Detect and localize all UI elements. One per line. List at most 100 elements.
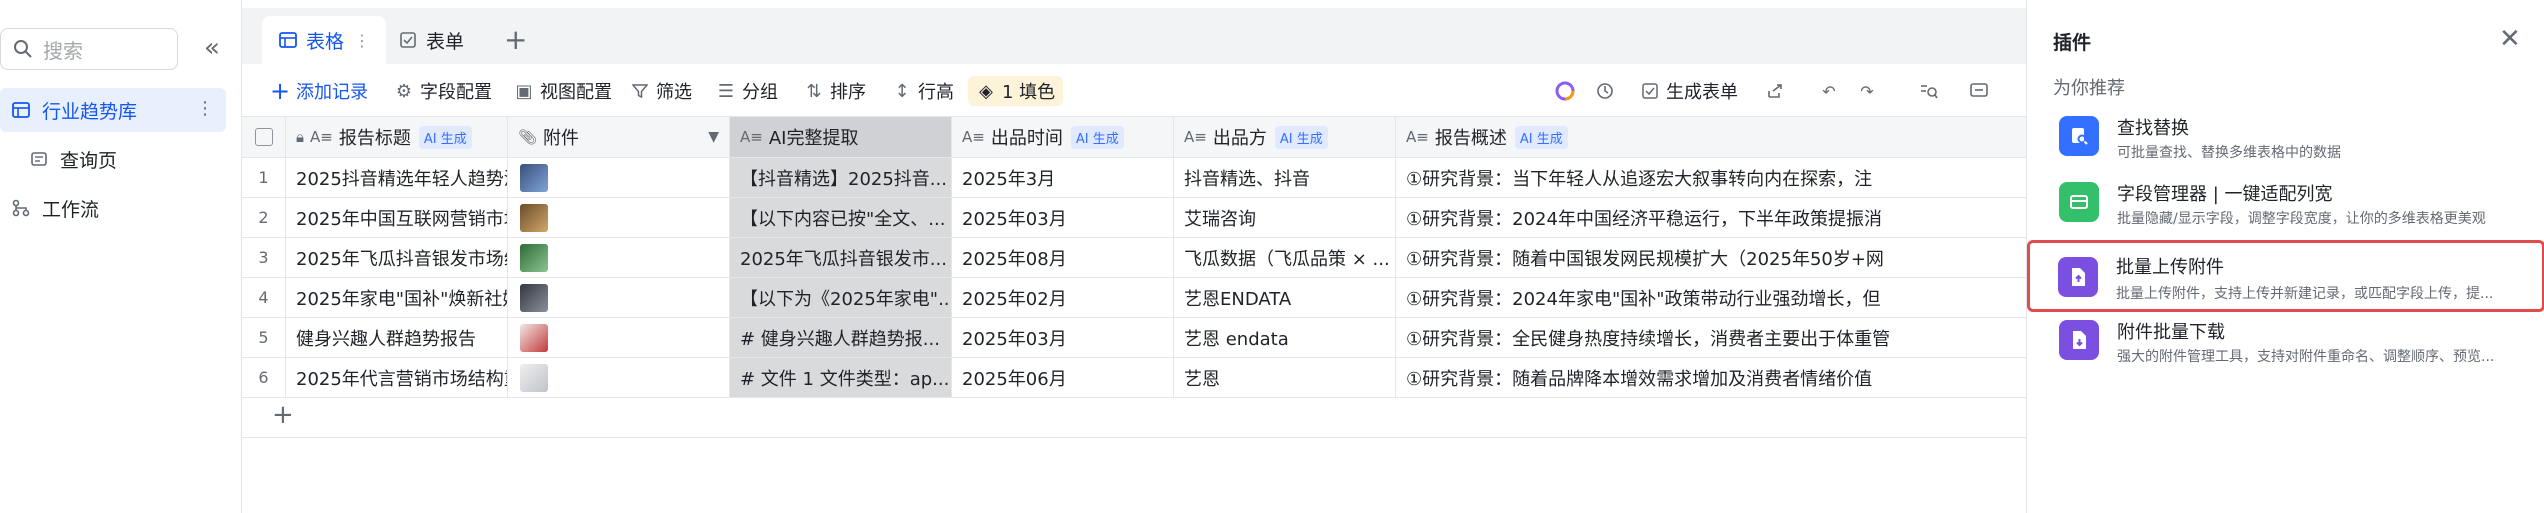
tab-options-icon[interactable]: ⋮ <box>354 31 370 50</box>
automation-icon[interactable] <box>1592 78 1618 104</box>
summary-cell[interactable]: ①研究背景：随着品牌降本增效需求增加及消费者情绪价值 <box>1396 358 2026 397</box>
table-row[interactable]: 1 2025抖音精选年轻人趋势洞察 【抖音精选】2025抖音... 2025年3… <box>242 158 2026 198</box>
summary-cell[interactable]: ①研究背景：当下年轻人从追逐宏大叙事转向内在探索，注 <box>1396 158 2026 197</box>
attachment-cell[interactable] <box>508 358 730 397</box>
sidebar-item-workflow[interactable]: 工作流 <box>0 186 226 230</box>
attachment-thumbnail[interactable] <box>520 323 548 352</box>
generate-form-button[interactable]: 生成表单 <box>1640 76 1738 106</box>
field-config-button[interactable]: ⚙ 字段配置 <box>394 76 492 106</box>
publisher-cell[interactable]: 艾瑞咨询 <box>1174 198 1396 237</box>
title-cell[interactable]: 2025年飞瓜抖音银发市场线上消费与广... <box>286 238 508 277</box>
publisher-cell[interactable]: 艺恩 endata <box>1174 318 1396 357</box>
tab-form-view[interactable]: 表单 <box>382 16 480 64</box>
ai-extract-cell[interactable]: 2025年飞瓜抖音银发市... <box>730 238 952 277</box>
row-height-icon: ↕ <box>894 80 910 102</box>
plugin-find-replace[interactable]: 查找替换 可批量查找、替换多维表格中的数据 <box>2047 104 2521 170</box>
publish-time-cell[interactable]: 2025年03月 <box>952 318 1174 357</box>
sidebar-item-industry-trend[interactable]: 行业趋势库 ⋮ <box>0 88 226 132</box>
group-label: 分组 <box>742 82 778 103</box>
filter-button[interactable]: 筛选 <box>630 76 692 106</box>
publish-time-cell[interactable]: 2025年3月 <box>952 158 1174 197</box>
table-row[interactable]: 2 2025年中国互联网营销市场研究报告 【以下内容已按"全文、... 2025… <box>242 198 2026 238</box>
column-header-publisher[interactable]: A≡ 出品方 AI 生成 <box>1174 117 1396 157</box>
publish-time-cell[interactable]: 2025年03月 <box>952 198 1174 237</box>
title-cell[interactable]: 健身兴趣人群趋势报告 <box>286 318 508 357</box>
attachment-thumbnail[interactable] <box>520 163 548 192</box>
view-config-label: 视图配置 <box>540 82 612 103</box>
ai-extract-cell[interactable]: 【抖音精选】2025抖音... <box>730 158 952 197</box>
close-icon[interactable]: ✕ <box>2499 26 2521 52</box>
publisher-cell[interactable]: 艺恩ENDATA <box>1174 278 1396 317</box>
plus-icon: + <box>269 77 291 105</box>
column-header-summary[interactable]: A≡ 报告概述 AI 生成 <box>1396 117 2026 157</box>
comment-icon[interactable] <box>1966 78 1992 104</box>
search-input[interactable]: 搜索 <box>0 28 178 70</box>
attachment-thumbnail[interactable] <box>520 243 548 272</box>
plugin-field-manager[interactable]: 字段管理器 | 一键适配列宽 批量隐藏/显示字段，调整字段宽度，让你的多维表格更… <box>2047 170 2521 236</box>
text-field-icon: A≡ <box>740 128 763 146</box>
ai-extract-cell[interactable]: 【以下为《2025年家电"... <box>730 278 952 317</box>
sort-button[interactable]: ⇅ 排序 <box>804 76 866 106</box>
find-icon[interactable] <box>1916 78 1942 104</box>
form-view-icon <box>400 32 416 48</box>
text-field-icon: A≡ <box>962 128 985 146</box>
column-header-ai-extract[interactable]: A≡ AI完整提取 <box>730 117 952 157</box>
summary-cell[interactable]: ①研究背景：2024年家电"国补"政策带动行业强劲增长，但 <box>1396 278 2026 317</box>
table-row[interactable]: 4 2025年家电"国补"焕新社媒研究报告 【以下为《2025年家电"... 2… <box>242 278 2026 318</box>
summary-cell[interactable]: ①研究背景：全民健身热度持续增长，消费者主要出于体重管 <box>1396 318 2026 357</box>
table-row[interactable]: 5 健身兴趣人群趋势报告 # 健身兴趣人群趋势报... 2025年03月 艺恩 … <box>242 318 2026 358</box>
column-header-attachment[interactable]: 📎︎ 附件 ▼ <box>508 117 730 157</box>
group-button[interactable]: ☰ 分组 <box>716 76 778 106</box>
publisher-cell[interactable]: 抖音精选、抖音 <box>1174 158 1396 197</box>
summary-cell[interactable]: ①研究背景：随着中国银发网民规模扩大（2025年50岁+网 <box>1396 238 2026 277</box>
attachment-thumbnail[interactable] <box>520 203 548 232</box>
fill-color-button[interactable]: ◈ 1 填色 <box>968 76 1064 106</box>
add-record-button[interactable]: + 添加记录 <box>270 76 368 106</box>
add-view-icon[interactable]: + <box>504 26 527 54</box>
redo-icon[interactable]: ↷ <box>1854 78 1880 104</box>
view-config-button[interactable]: ▣ 视图配置 <box>514 76 612 106</box>
attachment-thumbnail[interactable] <box>520 283 548 312</box>
attachment-cell[interactable] <box>508 198 730 237</box>
plugin-panel: 插件 ✕ 为你推荐 查找替换 可批量查找、替换多维表格中的数据 字段管理器 | … <box>2026 0 2544 513</box>
ai-assistant-icon[interactable] <box>1552 78 1578 104</box>
row-number: 4 <box>242 278 286 317</box>
sidebar-item-query-page[interactable]: 查询页 <box>0 137 226 181</box>
add-row[interactable]: + <box>242 398 2026 438</box>
row-height-button[interactable]: ↕ 行高 <box>892 76 954 106</box>
collapse-sidebar-icon[interactable]: « <box>198 33 226 63</box>
title-cell[interactable]: 2025年中国互联网营销市场研究报告 <box>286 198 508 237</box>
tab-grid-view[interactable]: 表格 ⋮ <box>262 16 387 64</box>
ai-extract-cell[interactable]: # 文件 1 文件类型：ap... <box>730 358 952 397</box>
column-header-publish-time[interactable]: A≡ 出品时间 AI 生成 <box>952 117 1174 157</box>
publish-time-cell[interactable]: 2025年02月 <box>952 278 1174 317</box>
attachment-cell[interactable] <box>508 158 730 197</box>
table-row[interactable]: 3 2025年飞瓜抖音银发市场线上消费与广... 2025年飞瓜抖音银发市...… <box>242 238 2026 278</box>
ai-extract-cell[interactable]: 【以下内容已按"全文、... <box>730 198 952 237</box>
view-settings-icon: ▣ <box>515 80 533 102</box>
select-all-checkbox[interactable] <box>242 117 286 157</box>
title-cell[interactable]: 2025抖音精选年轻人趋势洞察 <box>286 158 508 197</box>
attachment-cell[interactable] <box>508 318 730 357</box>
ai-extract-cell[interactable]: # 健身兴趣人群趋势报... <box>730 318 952 357</box>
attachment-thumbnail[interactable] <box>520 363 548 392</box>
plugin-batch-download[interactable]: 附件批量下载 强大的附件管理工具，支持对附件重命名、调整顺序、预览... <box>2047 308 2521 374</box>
attachment-cell[interactable] <box>508 238 730 277</box>
publish-time-cell[interactable]: 2025年08月 <box>952 238 1174 277</box>
attachment-cell[interactable] <box>508 278 730 317</box>
title-cell[interactable]: 2025年家电"国补"焕新社媒研究报告 <box>286 278 508 317</box>
undo-icon[interactable]: ↶ <box>1816 78 1842 104</box>
panel-title: 插件 <box>2053 32 2092 54</box>
summary-cell[interactable]: ①研究背景：2024年中国经济平稳运行，下半年政策提振消 <box>1396 198 2026 237</box>
plugin-batch-upload[interactable]: 批量上传附件 批量上传附件，支持上传并新建记录，或匹配字段上传，提... <box>2027 240 2544 312</box>
more-options-icon[interactable]: ⋮ <box>196 98 214 119</box>
share-icon[interactable] <box>1762 78 1788 104</box>
table-row[interactable]: 6 2025年代言营销市场结构重估与情绪红... # 文件 1 文件类型：ap.… <box>242 358 2026 398</box>
publisher-cell[interactable]: 艺恩 <box>1174 358 1396 397</box>
add-row-plus-icon[interactable]: + <box>272 400 294 430</box>
column-header-title[interactable]: 🔒︎ A≡ 报告标题 AI 生成 <box>286 117 508 157</box>
title-cell[interactable]: 2025年代言营销市场结构重估与情绪红... <box>286 358 508 397</box>
publish-time-cell[interactable]: 2025年06月 <box>952 358 1174 397</box>
publisher-cell[interactable]: 飞瓜数据（飞瓜品策 × ... <box>1174 238 1396 277</box>
dropdown-caret-icon[interactable]: ▼ <box>708 129 719 145</box>
